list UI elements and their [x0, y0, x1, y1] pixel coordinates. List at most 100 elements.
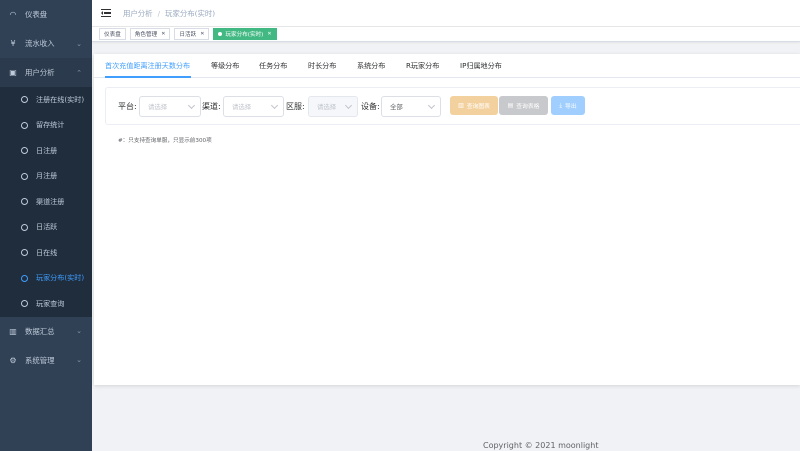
circle-icon: [21, 223, 28, 231]
tab-ip-location-distribution[interactable]: IP归属地分布: [460, 61, 502, 71]
sidebar-subitem-player-distribution[interactable]: 玩家分布(实时): [0, 266, 92, 292]
tag-player-distribution[interactable]: 玩家分布(实时) ✕: [213, 28, 277, 40]
chart-icon: ▥: [458, 102, 464, 109]
sidebar-subitem-player-query[interactable]: 玩家查询: [0, 291, 92, 317]
active-tab-indicator: [105, 76, 191, 78]
dashboard-icon: ◠: [9, 10, 17, 19]
sidebar-submenu: 注册在线(实时) 留存统计 日注册 月注册 渠道注册 日活跃 日在线 玩家分布(…: [0, 87, 92, 317]
close-icon[interactable]: ✕: [161, 31, 165, 37]
user-card-icon: ▣: [9, 68, 17, 77]
chevron-down-icon: [187, 101, 196, 110]
gear-icon: ⚙: [9, 355, 17, 365]
download-icon: ⤓: [559, 101, 563, 109]
device-select-value: 全部: [390, 103, 403, 111]
tab-first-recharge-days[interactable]: 首次充值距离注册天数分布: [105, 61, 190, 71]
sidebar-item-label: 系统管理: [25, 355, 55, 365]
sidebar-subitem-label: 注册在线(实时): [36, 94, 85, 104]
top-navbar: 用户分析 / 玩家分布(实时): [92, 0, 800, 27]
sidebar-item-label: 数据汇总: [25, 326, 55, 336]
circle-icon: [21, 121, 28, 129]
main-card: 首次充值距离注册天数分布 等级分布 任务分布 时长分布 系统分布 R玩家分布 I…: [94, 54, 800, 385]
sidebar-subitem-label: 渠道注册: [36, 196, 65, 206]
sidebar-item-label: 仪表盘: [25, 10, 48, 19]
chevron-down-icon: ⌄: [76, 327, 82, 335]
query-chart-label: 查询图表: [466, 104, 490, 110]
sidebar-item-system-management[interactable]: ⚙ 系统管理 ⌄: [0, 346, 92, 375]
sidebar-subitem-label: 日注册: [36, 145, 58, 155]
tab-bar: 首次充值距离注册天数分布 等级分布 任务分布 时长分布 系统分布 R玩家分布 I…: [94, 54, 800, 78]
query-table-label: 查询表格: [516, 104, 540, 110]
sidebar-subitem-register-online[interactable]: 注册在线(实时): [0, 87, 92, 113]
query-table-button[interactable]: ▤ 查询表格: [499, 96, 548, 115]
sidebar-subitem-label: 日在线: [36, 247, 58, 257]
sidebar-item-revenue[interactable]: ¥ 流水收入 ⌄: [0, 29, 92, 58]
sidebar-subitem-daily-online[interactable]: 日在线: [0, 240, 92, 266]
sidebar-item-label: 用户分析: [25, 68, 55, 77]
circle-icon: [21, 96, 28, 104]
sidebar-item-data-summary[interactable]: ▥ 数据汇总 ⌄: [0, 317, 92, 346]
sidebar-subitem-label: 玩家查询: [36, 298, 65, 308]
server-label: 区服:: [286, 102, 305, 111]
breadcrumb-separator: /: [157, 8, 161, 18]
chevron-down-icon: ⌄: [76, 39, 82, 48]
sidebar: ◠ 仪表盘 ¥ 流水收入 ⌄ ▣ 用户分析 ⌃ 注册在线(实时) 留存统计 日注…: [0, 0, 92, 451]
platform-label: 平台:: [118, 102, 137, 111]
tab-task-distribution[interactable]: 任务分布: [259, 61, 287, 71]
tag-daily-active[interactable]: 日活跃 ✕: [174, 28, 210, 40]
tag-label: 日活跃: [179, 32, 197, 38]
query-note: #：只支持查询单服，只显示前300项: [118, 138, 212, 144]
breadcrumb: 用户分析 / 玩家分布(实时): [123, 8, 215, 19]
query-chart-button[interactable]: ▥ 查询图表: [450, 96, 498, 115]
server-select-placeholder: 请选择: [317, 103, 337, 111]
chevron-down-icon: [344, 101, 353, 110]
sidebar-item-label: 流水收入: [25, 39, 55, 48]
circle-icon: [21, 147, 28, 155]
tags-view: 仪表盘 角色管理 ✕ 日活跃 ✕ 玩家分布(实时) ✕: [92, 27, 800, 42]
breadcrumb-current: 玩家分布(实时): [165, 8, 216, 18]
circle-icon: [21, 198, 28, 206]
sidebar-subitem-retention[interactable]: 留存统计: [0, 113, 92, 139]
sidebar-subitem-daily-active[interactable]: 日活跃: [0, 215, 92, 241]
tab-duration-distribution[interactable]: 时长分布: [308, 61, 336, 71]
circle-icon: [21, 172, 28, 180]
circle-icon: [21, 300, 28, 308]
tag-label: 仪表盘: [104, 32, 121, 38]
tab-level-distribution[interactable]: 等级分布: [211, 61, 239, 71]
tab-system-distribution[interactable]: 系统分布: [357, 61, 385, 71]
yen-icon: ¥: [10, 39, 16, 48]
tab-r-player-distribution[interactable]: R玩家分布: [406, 61, 439, 71]
hamburger-icon[interactable]: [101, 9, 111, 17]
active-dot-icon: [218, 32, 223, 36]
sidebar-subitem-daily-register[interactable]: 日注册: [0, 138, 92, 164]
chevron-down-icon: ⌄: [76, 356, 82, 364]
sidebar-subitem-monthly-register[interactable]: 月注册: [0, 164, 92, 190]
device-select[interactable]: 全部: [381, 96, 441, 117]
export-label: 导出: [565, 104, 577, 110]
sidebar-subitem-label: 玩家分布(实时): [36, 273, 85, 283]
channel-select[interactable]: 请选择: [223, 96, 284, 117]
document-icon: ▤: [507, 102, 514, 109]
channel-select-placeholder: 请选择: [232, 103, 252, 111]
channel-label: 渠道:: [202, 102, 221, 111]
device-label: 设备:: [361, 102, 380, 111]
circle-icon: [21, 274, 28, 282]
circle-icon: [21, 249, 28, 257]
sidebar-subitem-label: 月注册: [36, 171, 58, 181]
export-button[interactable]: ⤓ 导出: [551, 96, 585, 115]
tag-label: 玩家分布(实时): [225, 32, 264, 38]
tag-dashboard[interactable]: 仪表盘: [99, 28, 126, 40]
sidebar-item-user-analysis[interactable]: ▣ 用户分析 ⌃: [0, 58, 92, 87]
tag-label: 角色管理: [134, 32, 158, 38]
breadcrumb-parent[interactable]: 用户分析: [123, 8, 153, 19]
sidebar-subitem-label: 日活跃: [36, 222, 58, 232]
close-icon[interactable]: ✕: [200, 31, 204, 37]
platform-select[interactable]: 请选择: [139, 96, 201, 117]
chevron-down-icon: [427, 101, 436, 110]
server-select[interactable]: 请选择: [308, 96, 358, 117]
tag-role-management[interactable]: 角色管理 ✕: [129, 28, 171, 40]
sidebar-subitem-channel-register[interactable]: 渠道注册: [0, 189, 92, 215]
sidebar-item-dashboard[interactable]: ◠ 仪表盘: [0, 0, 92, 29]
bar-chart-icon: ▥: [9, 326, 17, 336]
close-icon[interactable]: ✕: [267, 31, 271, 37]
chevron-up-icon: ⌃: [76, 68, 82, 77]
